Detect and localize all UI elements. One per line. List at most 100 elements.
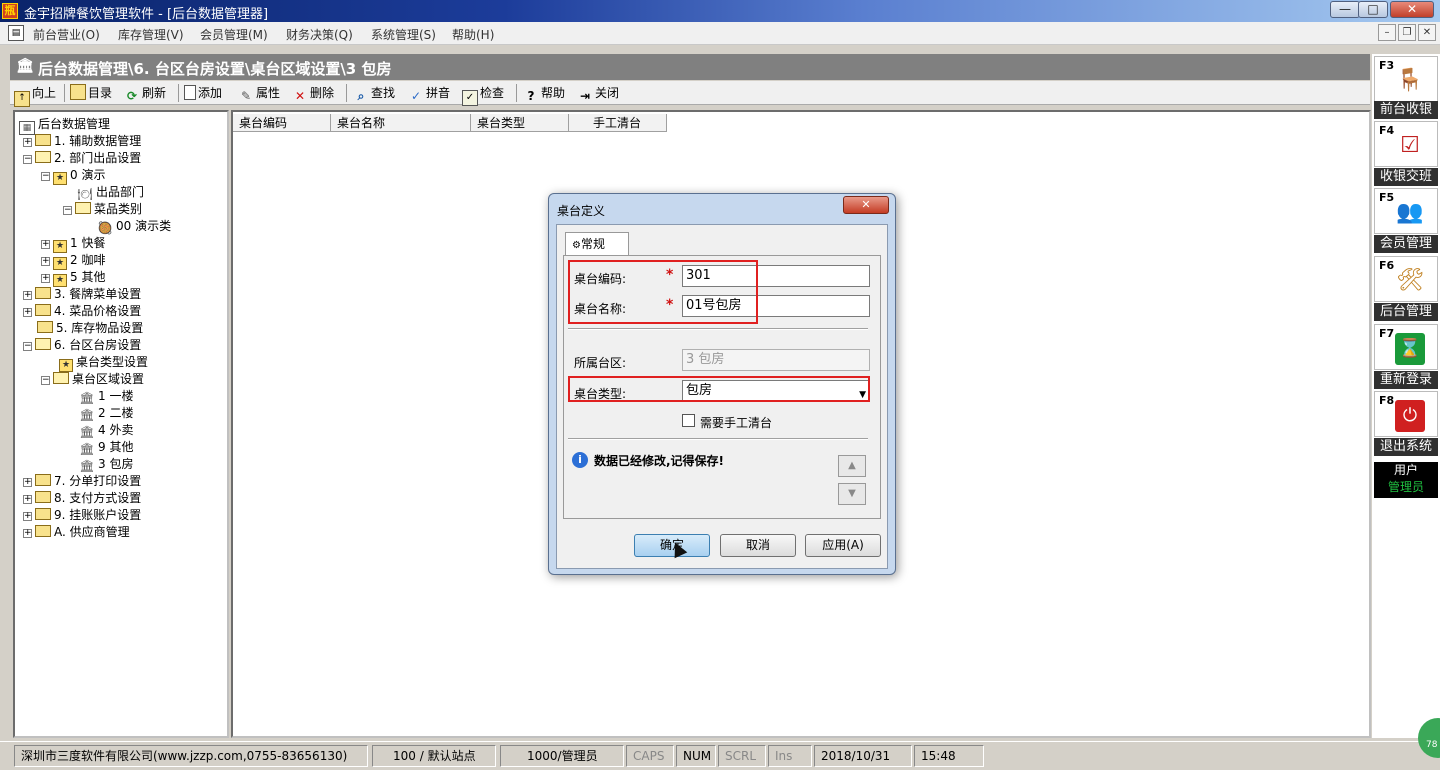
scroll-up-button[interactable]: ▲ — [838, 455, 866, 477]
tree-item-demo[interactable]: − ★ 0 演示 — [41, 167, 105, 185]
new-document-icon — [184, 85, 196, 100]
menu-help[interactable]: 帮助(H) — [452, 26, 494, 43]
tree-item-room[interactable]: 🏛 3 包房 — [79, 456, 133, 473]
manual-clear-checkbox[interactable] — [682, 414, 695, 427]
expand-icon[interactable]: + — [23, 291, 32, 300]
tree-item-price[interactable]: +4. 菜品价格设置 — [23, 303, 141, 320]
toolbar: ↑ 向上 目录 ⟳ 刷新 添加 ✎ 属性 ✕ 删除 ⌕ 查找 ✓ 拼音 ✓ 检查 ? 帮助 ⇥ 关… — [10, 81, 1370, 107]
tab-settings-icon: ⚙ — [572, 240, 581, 251]
expand-icon[interactable]: + — [23, 529, 32, 538]
expand-icon[interactable]: + — [23, 308, 32, 317]
menu-member[interactable]: 会员管理(M) — [200, 26, 268, 43]
pinyin-button[interactable]: ✓ 拼音 — [408, 84, 450, 103]
tree-item-fast[interactable]: + ★ 1 快餐 — [41, 235, 106, 253]
tree-item-menu[interactable]: +3. 餐牌菜单设置 — [23, 286, 141, 303]
up-label: 向上 — [32, 86, 57, 100]
tree-item-aux[interactable]: +1. 辅助数据管理 — [23, 133, 141, 150]
column-header-type[interactable]: 桌台类型 — [471, 114, 569, 132]
help-button[interactable]: ? 帮助 — [523, 84, 566, 103]
collapse-icon[interactable]: − — [41, 376, 50, 385]
refresh-icon: ⟳ — [126, 89, 138, 103]
tree-item-out-dept[interactable]: 🍽 出品部门 — [77, 184, 144, 201]
close-window-button[interactable]: ✕ — [1390, 1, 1434, 18]
tree-item-table-type[interactable]: ★ 桌台类型设置 — [59, 354, 149, 372]
tree-item-account[interactable]: +9. 挂账账户设置 — [23, 507, 141, 524]
tree-item-floor1[interactable]: 🏛 1 一楼 — [79, 388, 133, 405]
tab-panel-general: 桌台编码: * 301 桌台名称: * 01号包房 所属台区: 3 包房 桌台类… — [563, 255, 881, 519]
tree-label: A. 供应商管理 — [54, 525, 130, 539]
close-button[interactable]: ⇥ 关闭 — [577, 84, 620, 103]
refresh-button[interactable]: ⟳ 刷新 — [124, 84, 166, 103]
expand-icon[interactable]: + — [23, 478, 32, 487]
quick-member-button[interactable]: F5 👥 — [1374, 188, 1438, 234]
breadcrumb-text: 后台数据管理\6. 台区台房设置\桌台区域设置\3 包房 — [38, 60, 392, 78]
tree-item-stock[interactable]: 5. 库存物品设置 — [37, 320, 143, 337]
scroll-down-button[interactable]: ▼ — [838, 483, 866, 505]
catalog-button[interactable]: 目录 — [70, 84, 112, 102]
status-caps: CAPS — [626, 745, 674, 767]
clipboard-check-icon: ☑ — [1400, 133, 1420, 158]
add-button[interactable]: 添加 — [184, 84, 222, 102]
find-button[interactable]: ⌕ 查找 — [353, 84, 395, 103]
system-menu-icon[interactable]: ▤ — [8, 25, 24, 41]
mdi-restore-button[interactable]: ❐ — [1398, 24, 1416, 41]
quick-exit-button[interactable]: F8 ⏻ — [1374, 391, 1438, 437]
collapse-icon[interactable]: − — [23, 342, 32, 351]
menu-finance[interactable]: 财务决策(Q) — [286, 26, 353, 43]
quick-backend-button[interactable]: F6 🛠 — [1374, 256, 1438, 302]
quick-shift-button[interactable]: F4 ☑ — [1374, 121, 1438, 167]
delete-button[interactable]: ✕ 删除 — [292, 84, 334, 103]
properties-button[interactable]: ✎ 属性 — [238, 84, 280, 103]
tree-item-demo-cat[interactable]: 🥘 00 演示类 — [97, 218, 172, 235]
close-label: 关闭 — [595, 86, 620, 100]
tree-item-other9[interactable]: 🏛 9 其他 — [79, 439, 133, 456]
tree-item-print[interactable]: +7. 分单打印设置 — [23, 473, 141, 490]
catalog-label: 目录 — [88, 86, 113, 100]
open-folder-icon — [75, 202, 91, 214]
expand-icon[interactable]: + — [41, 274, 50, 283]
tree-item-dish-cat[interactable]: − 菜品类别 — [63, 201, 142, 218]
tree-item-dept[interactable]: − 2. 部门出品设置 — [23, 150, 141, 167]
expand-icon[interactable]: + — [41, 257, 50, 266]
tab-general[interactable]: ⚙常规 — [565, 232, 629, 256]
cancel-button[interactable]: 取消 — [720, 534, 796, 557]
tree-item-area[interactable]: − 6. 台区台房设置 — [23, 337, 141, 354]
quick-cashier-button[interactable]: F3 🪑 — [1374, 56, 1438, 102]
tree-root[interactable]: ▦ 后台数据管理 — [19, 116, 110, 135]
expand-icon[interactable]: + — [41, 240, 50, 249]
collapse-icon[interactable]: − — [63, 206, 72, 215]
tree-item-table-area[interactable]: − 桌台区域设置 — [41, 371, 144, 388]
app-icon: 瓶 — [2, 3, 18, 19]
column-header-code[interactable]: 桌台编码 — [233, 114, 331, 132]
mdi-minimize-button[interactable]: – — [1378, 24, 1396, 41]
maximize-button[interactable]: □ — [1358, 1, 1388, 18]
collapse-icon[interactable]: − — [23, 155, 32, 164]
expand-icon[interactable]: + — [23, 512, 32, 521]
tree-item-coffee[interactable]: + ★ 2 咖啡 — [41, 252, 105, 270]
collapse-icon[interactable]: − — [41, 172, 50, 181]
up-button[interactable]: ↑ 向上 — [14, 84, 57, 107]
column-header-manual-clear[interactable]: 手工清台 — [569, 114, 667, 132]
tree-item-other5[interactable]: + ★ 5 其他 — [41, 269, 105, 287]
quick-relogin-button[interactable]: F7 ⌛ — [1374, 324, 1438, 370]
menu-inventory[interactable]: 库存管理(V) — [118, 26, 184, 43]
tree-label: 桌台类型设置 — [76, 355, 149, 369]
dialog-close-button[interactable]: ✕ — [843, 196, 889, 214]
menu-front-business[interactable]: 前台营业(O) — [33, 26, 100, 43]
tree-label: 1 快餐 — [70, 236, 106, 250]
check-button[interactable]: ✓ 检查 — [462, 84, 504, 106]
apply-button[interactable]: 应用(A) — [805, 534, 881, 557]
mdi-close-button[interactable]: ✕ — [1418, 24, 1436, 41]
tree-label: 3. 餐牌菜单设置 — [54, 287, 142, 301]
menu-system[interactable]: 系统管理(S) — [371, 26, 436, 43]
tree-item-supplier[interactable]: + A. 供应商管理 — [23, 524, 130, 541]
expand-icon[interactable]: + — [23, 495, 32, 504]
column-header-name[interactable]: 桌台名称 — [331, 114, 471, 132]
tree-item-takeout[interactable]: 🏛 4 外卖 — [79, 422, 133, 439]
status-bar: 深圳市三度软件有限公司(www.jzzp.com,0755-83656130) … — [0, 741, 1440, 770]
expand-icon[interactable]: + — [23, 138, 32, 147]
minimize-button[interactable]: — — [1330, 1, 1360, 18]
tree-item-floor2[interactable]: 🏛 2 二楼 — [79, 405, 133, 422]
tree-label: 1 一楼 — [98, 389, 134, 403]
tree-item-payment[interactable]: +8. 支付方式设置 — [23, 490, 141, 507]
